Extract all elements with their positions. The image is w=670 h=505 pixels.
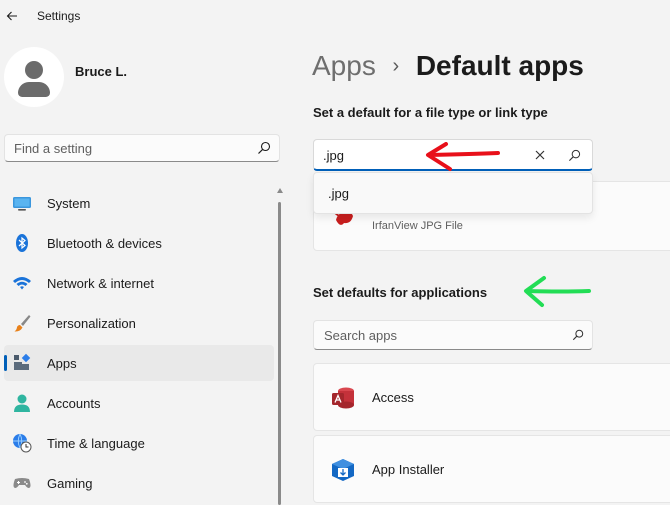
active-indicator [4, 355, 7, 371]
sidebar-item-system[interactable]: System [4, 185, 274, 221]
sidebar-item-network[interactable]: Network & internet [4, 265, 274, 301]
sidebar-item-label: Bluetooth & devices [47, 236, 162, 251]
sidebar-item-personalization[interactable]: Personalization [4, 305, 274, 341]
search-icon[interactable] [572, 329, 584, 341]
apps-icon [14, 353, 31, 370]
window-title: Settings [37, 9, 81, 23]
app-item-access[interactable]: Access [313, 363, 670, 431]
sidebar-item-accounts[interactable]: Accounts [4, 385, 274, 421]
sidebar-scrollbar[interactable] [277, 188, 283, 505]
sidebar-item-apps[interactable]: Apps [4, 345, 274, 381]
paintbrush-icon [14, 315, 31, 332]
filetype-description: IrfanView JPG File [372, 220, 463, 232]
bluetooth-icon [16, 234, 28, 252]
sidebar-item-bluetooth[interactable]: Bluetooth & devices [4, 225, 274, 261]
wifi-icon [13, 277, 31, 290]
person-icon [14, 394, 30, 412]
app-item-app-installer[interactable]: App Installer [313, 435, 670, 503]
green-arrow-annotation [524, 276, 591, 307]
sidebar-item-gaming[interactable]: Gaming [4, 465, 274, 501]
suggestion-label: .jpg [328, 186, 349, 201]
scrollbar-thumb[interactable] [278, 202, 281, 505]
avatar-body [18, 82, 50, 97]
avatar[interactable] [4, 47, 64, 107]
globe-clock-icon [13, 433, 32, 453]
sidebar-item-label: Apps [47, 356, 77, 371]
close-icon[interactable] [533, 148, 547, 162]
gamepad-icon [13, 478, 31, 488]
sidebar-item-label: Personalization [47, 316, 136, 331]
search-icon[interactable] [568, 149, 581, 162]
monitor-icon [13, 197, 31, 211]
apps-defaults-heading: Set defaults for applications [313, 285, 488, 300]
access-icon [332, 387, 354, 409]
search-apps-input[interactable] [324, 321, 564, 349]
chevron-right-icon: › [392, 55, 400, 77]
filetype-heading: Set a default for a file type or link ty… [313, 105, 548, 120]
red-arrow-annotation [426, 142, 500, 171]
sidebar-nav: System Bluetooth & devices Network & int… [4, 185, 274, 505]
find-setting-box[interactable] [4, 134, 280, 162]
app-name: App Installer [372, 462, 445, 477]
app-name: Access [372, 390, 414, 405]
avatar-head [25, 61, 43, 79]
scroll-up-arrow-icon[interactable] [277, 188, 283, 193]
app-installer-icon [332, 459, 354, 481]
search-apps-box[interactable] [313, 320, 593, 350]
sidebar-item-label: Gaming [47, 476, 93, 491]
back-arrow-icon [6, 11, 17, 21]
sidebar-item-label: Time & language [47, 436, 145, 451]
sidebar-item-time-language[interactable]: Time & language [4, 425, 274, 461]
sidebar-item-label: Network & internet [47, 276, 154, 291]
sidebar-item-label: System [47, 196, 91, 211]
back-button[interactable] [2, 6, 22, 26]
breadcrumb-parent-apps[interactable]: Apps [312, 50, 376, 81]
sidebar-item-label: Accounts [47, 396, 101, 411]
breadcrumb: Apps › Default apps [312, 48, 584, 84]
filetype-suggestions-dropdown: .jpg [313, 172, 593, 214]
page-title: Default apps [415, 50, 584, 81]
user-name: Bruce L. [75, 64, 128, 79]
title-bar: Settings [0, 0, 670, 32]
search-icon[interactable] [257, 141, 271, 155]
find-setting-input[interactable] [14, 135, 244, 161]
suggestion-item[interactable]: .jpg [315, 177, 591, 209]
